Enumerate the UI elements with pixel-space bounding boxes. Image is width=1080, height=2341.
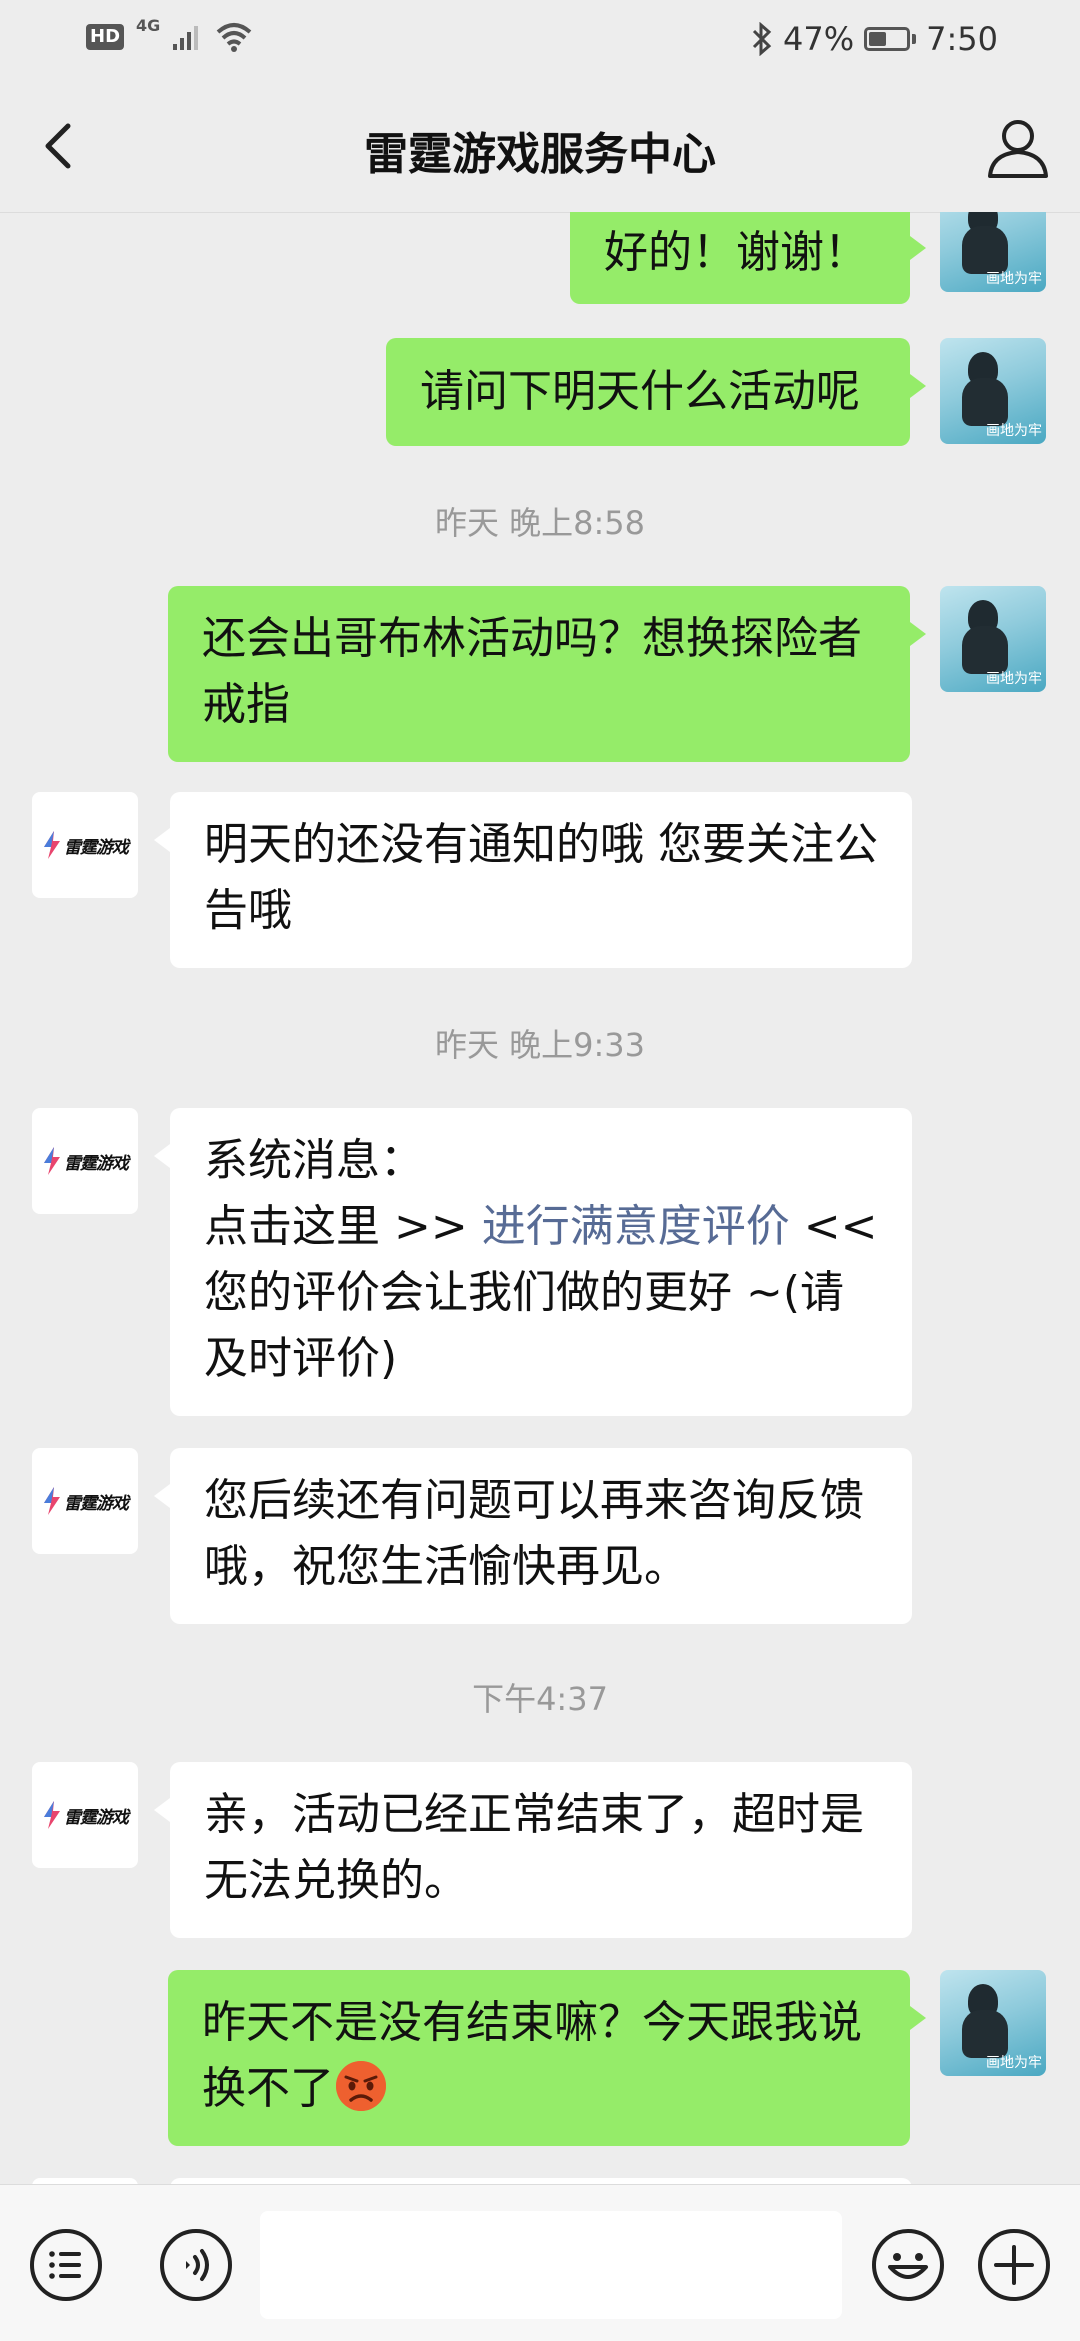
message-row: 雷霆游戏 系统消息： 点击这里 >> 进行满意度评价 << 您的评价会让我们做的… (0, 1108, 1080, 1416)
chat-header: 雷霆游戏服务中心 (0, 80, 1080, 213)
clock: 7:50 (926, 20, 998, 58)
avatar-figure-body (962, 2010, 1008, 2058)
status-bar-right: 47% 7:50 (751, 20, 998, 58)
message-input[interactable] (260, 2211, 842, 2319)
avatar-watermark: 画地为牢 (986, 2055, 1042, 2071)
user-icon[interactable] (984, 114, 1052, 182)
message-text: 亲，活动已经正常结束了，超时是无法兑换的。 (204, 1789, 864, 1906)
status-bar-left: HD 4G (86, 16, 254, 54)
list-icon[interactable] (28, 2227, 104, 2303)
message-row: 雷霆游戏 您后续还有问题可以再来咨询反馈哦，祝您生活愉快再见。 (0, 1448, 1080, 1624)
message-list[interactable]: 好的！谢谢！ 画地为牢 请问下明天什么活动呢 画地为牢 昨天 晚上8:58 还会… (0, 212, 1080, 2184)
message-text: 请问下明天什么活动呢 (420, 366, 860, 417)
service-avatar[interactable]: 雷霆游戏 (32, 1762, 138, 1868)
system-message[interactable]: 系统消息： 点击这里 >> 进行满意度评价 << 您的评价会让我们做的更好 ~(… (154, 1108, 912, 1416)
outgoing-message[interactable]: 昨天不是没有结束嘛？今天跟我说换不了 (168, 1970, 926, 2146)
battery-tip (912, 34, 917, 44)
avatar-watermark: 画地为牢 (986, 423, 1042, 439)
my-avatar[interactable]: 画地为牢 (940, 212, 1046, 292)
my-avatar[interactable]: 画地为牢 (940, 586, 1046, 692)
signal-icon (173, 26, 199, 50)
my-avatar[interactable]: 画地为牢 (940, 338, 1046, 444)
system-message-lead: 点击这里 >> (204, 1201, 482, 1252)
incoming-message[interactable]: 您后续还有问题可以再来咨询反馈哦，祝您生活愉快再见。 (154, 1448, 912, 1624)
status-bar: HD 4G 47% 7:50 (0, 0, 1080, 80)
service-logo: 雷霆游戏 (32, 792, 138, 898)
chat-title: 雷霆游戏服务中心 (364, 129, 716, 180)
voice-icon[interactable] (158, 2227, 234, 2303)
avatar-figure-body (962, 226, 1008, 274)
wifi-icon (216, 23, 252, 52)
message-row: 请问下明天什么活动呢 画地为牢 (0, 338, 1080, 448)
message-row: 还会出哥布林活动吗？想换探险者戒指 画地为牢 (0, 586, 1080, 762)
lightning-icon (44, 1487, 60, 1515)
service-avatar[interactable]: 雷霆游戏 (32, 792, 138, 898)
system-message-title: 系统消息： (204, 1135, 424, 1186)
angry-face-emoji (336, 2061, 386, 2111)
bluetooth-icon (752, 22, 772, 56)
outgoing-message[interactable]: 还会出哥布林活动吗？想换探险者戒指 (168, 586, 926, 762)
hd-badge: HD (86, 24, 125, 50)
lightning-icon (44, 1801, 60, 1829)
message-row: 雷霆游戏 明天的还没有通知的哦 您要关注公告哦 (0, 792, 1080, 968)
message-text: 还会出哥布林活动吗？想换探险者戒指 (202, 613, 862, 730)
message-row: 雷霆游戏 亲，活动已经正常结束了，超时是无法兑换的。 (0, 1762, 1080, 1938)
message-row: 好的！谢谢！ 画地为牢 (0, 212, 1080, 320)
incoming-message[interactable]: 亲，活动已经正常结束了，超时是无法兑换的。 (154, 1762, 912, 1938)
satisfaction-survey-link[interactable]: 进行满意度评价 (482, 1201, 790, 1252)
avatar-watermark: 画地为牢 (986, 271, 1042, 287)
message-text: 昨天不是没有结束嘛？今天跟我说换不了 (202, 1997, 862, 2114)
avatar-watermark: 画地为牢 (986, 671, 1042, 687)
smiley-icon[interactable] (870, 2227, 946, 2303)
timestamp: 下午4:37 (472, 1680, 608, 1718)
service-logo: 雷霆游戏 (32, 1762, 138, 1868)
lightning-icon (44, 1147, 60, 1175)
battery-percent: 47% (783, 20, 855, 58)
service-avatar[interactable]: 雷霆游戏 (32, 1108, 138, 1214)
message-text: 您后续还有问题可以再来咨询反馈哦，祝您生活愉快再见。 (204, 1475, 864, 1592)
battery-icon (864, 27, 911, 51)
message-row: 昨天不是没有结束嘛？今天跟我说换不了 画地为牢 (0, 1970, 1080, 2146)
service-logo: 雷霆游戏 (32, 1448, 138, 1554)
avatar-figure-body (962, 378, 1008, 426)
message-text: 明天的还没有通知的哦 您要关注公告哦 (204, 819, 878, 936)
lightning-icon (44, 831, 60, 859)
avatar-figure-body (962, 626, 1008, 674)
service-logo-text: 雷霆游戏 (64, 1493, 129, 1514)
service-logo-text: 雷霆游戏 (64, 1153, 129, 1174)
timestamp: 昨天 晚上9:33 (434, 1026, 646, 1064)
outgoing-message[interactable]: 请问下明天什么活动呢 (386, 338, 926, 446)
battery-level (869, 32, 887, 46)
outgoing-message[interactable]: 好的！谢谢！ (570, 212, 926, 304)
plus-icon[interactable] (976, 2227, 1052, 2303)
input-bar (0, 2184, 1080, 2341)
service-logo: 雷霆游戏 (32, 1108, 138, 1214)
service-avatar[interactable]: 雷霆游戏 (32, 1448, 138, 1554)
network-type: 4G (136, 16, 161, 35)
service-logo-text: 雷霆游戏 (64, 837, 129, 858)
message-text: 好的！谢谢！ (604, 227, 868, 278)
timestamp: 昨天 晚上8:58 (434, 504, 646, 542)
service-logo-text: 雷霆游戏 (64, 1807, 129, 1828)
incoming-message[interactable]: 明天的还没有通知的哦 您要关注公告哦 (154, 792, 912, 968)
my-avatar[interactable]: 画地为牢 (940, 1970, 1046, 2076)
